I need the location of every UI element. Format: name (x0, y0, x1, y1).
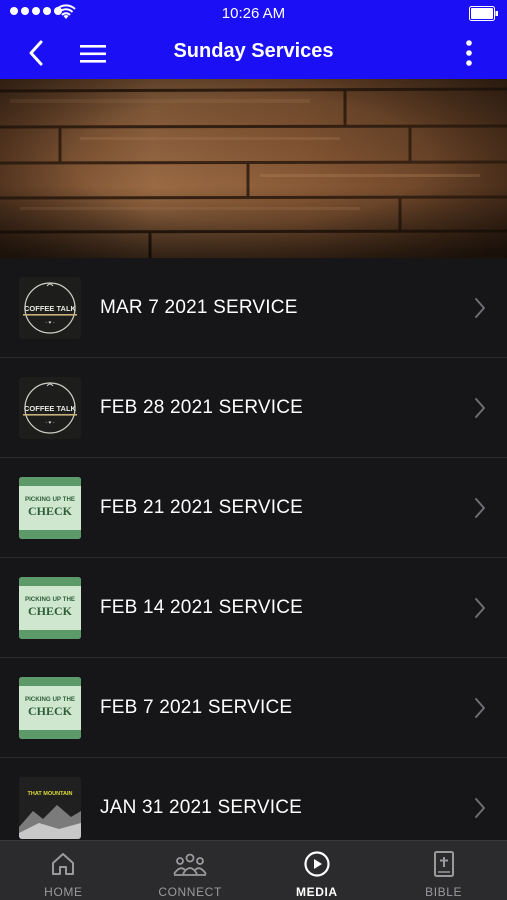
people-icon (173, 850, 207, 878)
battery-icon (469, 6, 498, 21)
service-thumbnail: COFFEE TALK - ♥ - (19, 377, 81, 439)
service-title: FEB 21 2021 SERVICE (100, 497, 304, 518)
bible-icon (430, 850, 458, 878)
services-list: COFFEE TALK - ♥ - MAR 7 2021 SERVICE COFFEE… (0, 258, 507, 840)
svg-text:- ♥ -: - ♥ - (45, 320, 54, 326)
service-thumbnail: PICKING UP THE CHECK (19, 577, 81, 639)
chevron-right-icon (475, 498, 485, 518)
service-list-item[interactable]: COFFEE TALK - ♥ - MAR 7 2021 SERVICE (0, 258, 507, 358)
home-icon (49, 850, 77, 878)
chevron-right-icon (475, 298, 485, 318)
service-title: FEB 28 2021 SERVICE (100, 397, 304, 418)
service-list-item[interactable]: COFFEE TALK - ♥ - FEB 28 2021 SERVICE (0, 358, 507, 458)
svg-text:- ♥ -: - ♥ - (45, 420, 54, 426)
service-list-item[interactable]: PICKING UP THE CHECK FEB 14 2021 SERVICE (0, 558, 507, 658)
tab-bible[interactable]: BIBLE (380, 841, 507, 900)
navigation-bar: Sunday Services (0, 28, 507, 79)
tab-home[interactable]: HOME (0, 841, 127, 900)
service-title: JAN 31 2021 SERVICE (100, 797, 303, 818)
status-bar: 10:26 AM (0, 0, 507, 28)
svg-text:PICKING UP THE: PICKING UP THE (25, 596, 75, 603)
service-list-item[interactable]: PICKING UP THE CHECK FEB 21 2021 SERVICE (0, 458, 507, 558)
service-list-item[interactable]: THAT MOUNTAIN JAN 31 2021 SERVICE (0, 758, 507, 840)
service-thumbnail: PICKING UP THE CHECK (19, 477, 81, 539)
svg-text:CHECK: CHECK (28, 504, 73, 518)
tab-label: BIBLE (425, 885, 463, 899)
svg-text:PICKING UP THE: PICKING UP THE (25, 696, 75, 703)
service-title: MAR 7 2021 SERVICE (100, 297, 298, 318)
chevron-right-icon (475, 798, 485, 818)
header-banner-image (0, 79, 507, 258)
svg-text:THAT MOUNTAIN: THAT MOUNTAIN (27, 791, 72, 797)
tab-media[interactable]: MEDIA (254, 841, 381, 900)
chevron-right-icon (475, 398, 485, 418)
chevron-right-icon (475, 698, 485, 718)
tab-connect[interactable]: CONNECT (127, 841, 254, 900)
tab-label: MEDIA (296, 885, 338, 899)
svg-text:CHECK: CHECK (28, 704, 73, 718)
tab-label: CONNECT (158, 885, 222, 899)
status-time: 10:26 AM (221, 5, 286, 22)
more-options-icon[interactable] (459, 38, 479, 68)
service-list-item[interactable]: PICKING UP THE CHECK FEB 7 2021 SERVICE (0, 658, 507, 758)
service-title: FEB 7 2021 SERVICE (100, 697, 293, 718)
tab-label: HOME (44, 885, 83, 899)
svg-text:COFFEE TALK: COFFEE TALK (24, 304, 77, 313)
service-thumbnail: THAT MOUNTAIN (19, 777, 81, 839)
play-circle-icon (303, 850, 331, 878)
chevron-right-icon (475, 598, 485, 618)
service-thumbnail: COFFEE TALK - ♥ - (19, 277, 81, 339)
svg-text:PICKING UP THE: PICKING UP THE (25, 496, 75, 503)
svg-text:COFFEE TALK: COFFEE TALK (24, 404, 77, 413)
service-thumbnail: PICKING UP THE CHECK (19, 677, 81, 739)
page-title: Sunday Services (173, 40, 334, 62)
bottom-tab-bar: HOME CONNECT MEDIA BIBLE (0, 840, 507, 900)
svg-text:CHECK: CHECK (28, 604, 73, 618)
service-title: FEB 14 2021 SERVICE (100, 597, 304, 618)
